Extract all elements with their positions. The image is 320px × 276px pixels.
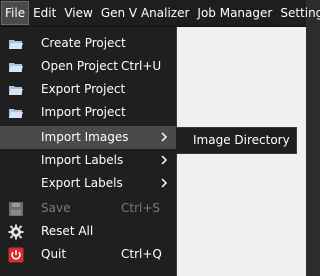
menu-bar: File Edit View Gen V Analizer Job Manage… <box>0 0 320 27</box>
quit-item[interactable]: Quit Ctrl+Q <box>0 243 176 266</box>
menu-file[interactable]: File <box>1 1 30 25</box>
import-labels-item[interactable]: Import Labels <box>0 149 176 172</box>
menu-view[interactable]: View <box>60 1 96 25</box>
chevron-right-icon <box>160 131 168 142</box>
save-label: Save <box>41 201 71 215</box>
create-project-item[interactable]: Create Project <box>0 32 176 55</box>
menu-job-manager[interactable]: Job Manager <box>193 1 276 25</box>
import-project-label: Import Project <box>41 105 126 119</box>
folder-icon <box>8 59 24 75</box>
open-project-label: Open Project <box>41 59 118 73</box>
power-icon <box>8 247 24 263</box>
folder-icon <box>8 36 24 52</box>
export-project-item[interactable]: Export Project <box>0 78 176 101</box>
folder-icon <box>8 82 24 98</box>
menu-gen-v-analizer[interactable]: Gen V Analizer <box>97 1 194 25</box>
image-directory-label: Image Directory <box>193 133 290 147</box>
folder-icon <box>8 105 24 121</box>
quit-shortcut: Ctrl+Q <box>121 247 162 261</box>
chevron-right-icon <box>160 154 168 165</box>
import-images-item[interactable]: Import Images <box>0 126 176 149</box>
reset-all-item[interactable]: Reset All <box>0 220 176 243</box>
open-project-item[interactable]: Open Project Ctrl+U <box>0 55 176 78</box>
file-menu-dropdown: Create Project Open Project Ctrl+U Expor… <box>0 27 177 276</box>
quit-label: Quit <box>41 247 67 261</box>
import-images-submenu: Image Directory <box>176 127 297 154</box>
export-labels-item[interactable]: Export Labels <box>0 172 176 195</box>
chevron-right-icon <box>160 177 168 188</box>
open-project-shortcut: Ctrl+U <box>121 59 162 73</box>
reset-all-label: Reset All <box>41 224 94 238</box>
save-item: Save Ctrl+S <box>0 197 176 220</box>
import-project-item[interactable]: Import Project <box>0 101 176 124</box>
export-labels-label: Export Labels <box>41 176 123 190</box>
gear-icon <box>8 224 24 240</box>
create-project-label: Create Project <box>41 36 126 50</box>
import-images-label: Import Images <box>41 130 129 144</box>
save-shortcut: Ctrl+S <box>121 201 161 215</box>
import-labels-label: Import Labels <box>41 153 124 167</box>
export-project-label: Export Project <box>41 82 126 96</box>
menu-edit[interactable]: Edit <box>29 1 60 25</box>
save-icon <box>8 201 24 217</box>
image-directory-item[interactable]: Image Directory <box>176 128 296 153</box>
menu-settings[interactable]: Settings <box>276 1 320 25</box>
